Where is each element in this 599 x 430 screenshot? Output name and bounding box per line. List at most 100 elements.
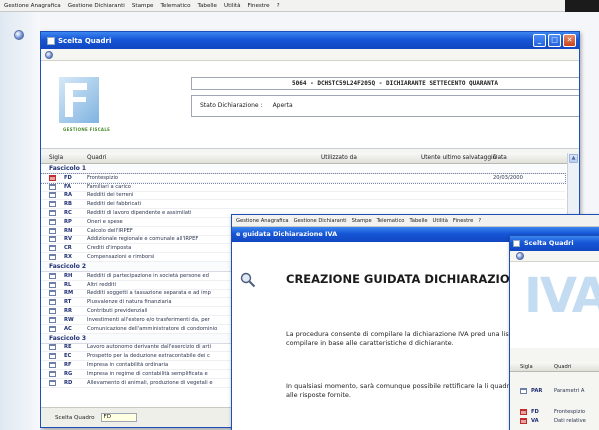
dark-corner xyxy=(565,0,599,12)
quadro-desc: Redditi dei terreni xyxy=(87,192,134,199)
close-button[interactable]: ✕ xyxy=(563,34,576,47)
quadro-code: RA xyxy=(64,192,73,199)
iva-refresh-icon[interactable] xyxy=(516,252,524,260)
quadro-icon xyxy=(49,210,56,217)
iva-toolbar xyxy=(510,251,599,262)
table-row[interactable]: FD Frontespizio xyxy=(510,407,599,416)
quadro-code: RM xyxy=(64,290,74,297)
app-menu-item[interactable]: Gestione Anagrafica xyxy=(4,3,61,9)
col-utente[interactable]: Utente ultimo salvataggio xyxy=(421,155,496,161)
quadro-code: FA xyxy=(64,183,71,190)
quadro-code: RE xyxy=(64,344,72,351)
scroll-up-icon[interactable]: ▲ xyxy=(569,154,578,163)
quadro-code: RR xyxy=(64,308,72,315)
wizard-menu-item[interactable]: Utilità xyxy=(433,218,448,224)
quadro-icon xyxy=(49,308,56,315)
refresh-icon[interactable] xyxy=(45,50,53,59)
app-menu-item[interactable]: ? xyxy=(277,3,280,9)
iva-grid-header: Sigla Quadri xyxy=(510,362,599,372)
quadro-desc: Frontespizio xyxy=(87,174,119,181)
quadro-icon xyxy=(49,227,56,234)
table-row[interactable]: VA Dati relative xyxy=(510,416,599,425)
quadro-icon xyxy=(49,236,56,243)
quadro-code: FD xyxy=(531,408,539,415)
quadro-desc: Parametri A xyxy=(554,387,585,394)
quadro-code: RD xyxy=(64,379,73,386)
quadro-icon xyxy=(49,362,56,369)
quadro-desc: Dati relative xyxy=(554,417,586,424)
quadro-icon xyxy=(49,192,56,199)
quadro-code: AC xyxy=(64,325,72,332)
iva-col-sigla[interactable]: Sigla xyxy=(520,364,533,370)
quadro-icon xyxy=(49,201,56,208)
screen: Gestione Anagrafica Gestione Dichiaranti S… xyxy=(0,0,599,430)
app-menu-item[interactable]: Finestre xyxy=(248,3,270,9)
app-menu-item[interactable]: Tabelle xyxy=(198,3,217,9)
app-menu-item[interactable]: Telematico xyxy=(160,3,190,9)
quadro-date: 20/03/2000 xyxy=(493,174,523,181)
maximize-button[interactable]: □ xyxy=(548,34,561,47)
group-header[interactable]: Fascicolo 1 xyxy=(41,164,565,174)
quadro-code: RB xyxy=(64,201,72,208)
iva-window-title[interactable]: Scelta Quadri xyxy=(510,236,599,251)
toolbar xyxy=(41,49,579,61)
quadro-desc: Redditi dei fabbricati xyxy=(87,201,141,208)
wizard-menu-item[interactable]: Tabelle xyxy=(409,218,427,224)
wizard-menu-item[interactable]: Gestione Anagrafica xyxy=(236,218,289,224)
quadro-icon xyxy=(49,325,56,332)
table-row[interactable]: RB Redditi dei fabbricati xyxy=(41,200,565,210)
col-sigla[interactable]: Sigla xyxy=(49,155,63,161)
quadro-icon xyxy=(49,281,56,288)
quadro-icon xyxy=(49,379,56,386)
wizard-menu-item[interactable]: ? xyxy=(478,218,481,224)
quadro-code: RG xyxy=(64,370,73,377)
quadro-icon xyxy=(49,254,56,261)
iva-logo: IVA xyxy=(524,268,599,324)
quadro-code: VA xyxy=(531,417,539,424)
quadro-icon xyxy=(49,183,56,190)
quadro-desc: Familiari a carico xyxy=(87,183,131,190)
col-quadri[interactable]: Quadri xyxy=(87,155,106,161)
quadro-icon xyxy=(49,272,56,279)
wizard-menu-item[interactable]: Gestione Dichiaranti xyxy=(294,218,347,224)
status-label: Stato Dichiarazione : xyxy=(200,102,263,109)
quadro-code: RN xyxy=(64,227,73,234)
col-utilizzato[interactable]: Utilizzato da xyxy=(321,155,357,161)
quadro-code: RP xyxy=(64,218,72,225)
grid-header: Sigla Quadri Utilizzato da Utente ultimo… xyxy=(41,153,579,164)
quadro-icon xyxy=(49,174,56,181)
quadro-icon xyxy=(49,370,56,377)
quadro-code: EC xyxy=(64,353,72,360)
quadro-icon xyxy=(49,316,56,323)
wizard-menu-item[interactable]: Telematico xyxy=(377,218,405,224)
iva-window-title-text: Scelta Quadri xyxy=(524,239,574,247)
logo-f-icon xyxy=(59,77,99,123)
app-menu-bar: Gestione Anagrafica Gestione Dichiaranti S… xyxy=(0,0,599,12)
quadro-icon xyxy=(520,408,527,415)
quadro-code: CR xyxy=(64,245,72,252)
wizard-menu-item[interactable]: Finestre xyxy=(453,218,473,224)
quadro-code: RF xyxy=(64,362,72,369)
app-menu-item[interactable]: Utilità xyxy=(224,3,241,9)
col-data[interactable]: Data xyxy=(493,155,507,161)
quadro-icon xyxy=(49,299,56,306)
quadro-icon xyxy=(49,353,56,360)
desktop-icon[interactable] xyxy=(14,30,24,40)
table-row[interactable]: FA Familiari a carico xyxy=(41,183,565,192)
minimize-button[interactable]: _ xyxy=(533,34,546,47)
app-menu-item[interactable]: Gestione Dichiaranti xyxy=(68,3,125,9)
quadro-code: RV xyxy=(64,236,73,243)
quadro-icon xyxy=(49,290,56,297)
table-row[interactable]: PAR Parametri A xyxy=(510,386,599,395)
wizard-menu-item[interactable]: Stampe xyxy=(352,218,372,224)
quadro-input[interactable]: FD xyxy=(100,413,137,422)
footer-label: Scelta Quadro xyxy=(55,414,95,421)
table-row[interactable]: FD Frontespizio 20/03/2000 xyxy=(41,173,566,184)
wizard-heading: CREAZIONE GUIDATA DICHIARAZION xyxy=(286,272,520,286)
iva-col-quadri[interactable]: Quadri xyxy=(554,364,571,370)
app-menu-item[interactable]: Stampe xyxy=(132,3,154,9)
quadro-code: RC xyxy=(64,210,72,217)
window-titlebar[interactable]: Scelta Quadri _ □ ✕ xyxy=(41,32,579,49)
quadro-desc: Frontespizio xyxy=(554,408,586,415)
table-row[interactable]: RA Redditi dei terreni xyxy=(41,192,565,201)
